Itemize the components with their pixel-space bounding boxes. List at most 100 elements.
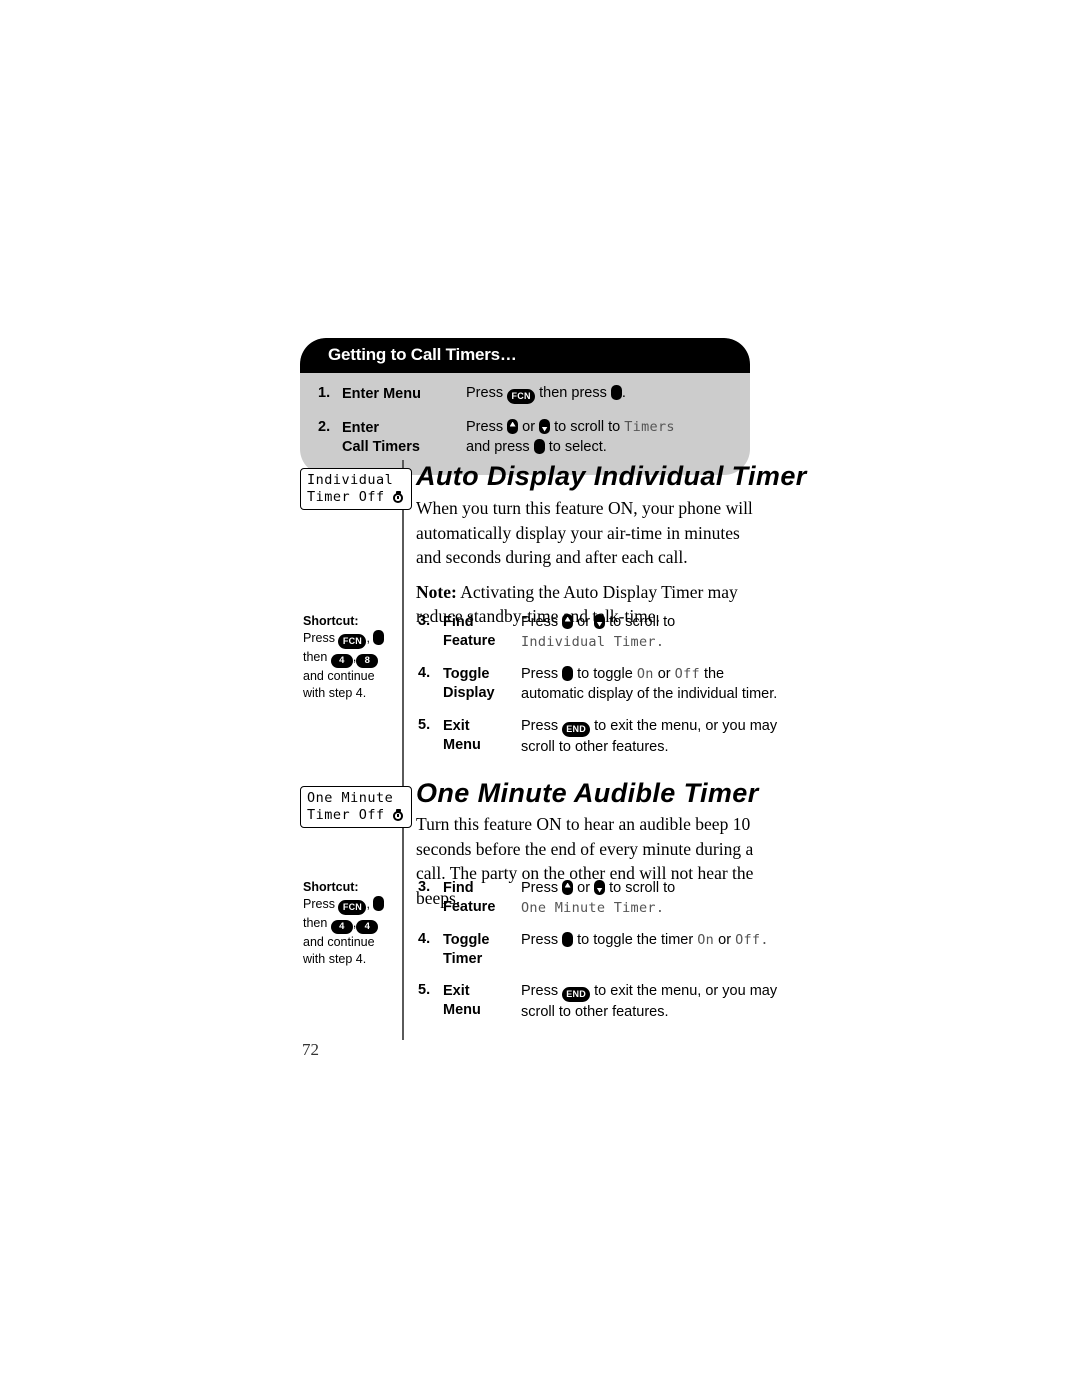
feature-steps-1: 3. Find Feature Press or to scroll to In…: [418, 612, 779, 757]
step-text: Press or to scroll to Individual Timer.: [521, 612, 779, 664]
shortcut-tail-line1: and continue: [303, 935, 375, 949]
select-key-icon: [373, 630, 385, 645]
and-press-word: and press: [466, 439, 530, 455]
or-word: or: [718, 932, 732, 948]
comma: ,: [366, 631, 370, 645]
shortcut-line-digits: then 4,8: [303, 649, 395, 668]
select-key-icon: [562, 932, 574, 947]
step-text: Press or to scroll to Timers and press t…: [466, 417, 732, 457]
step-tail-text: to exit the menu, or you may scroll to o…: [521, 983, 778, 1020]
step-number: 3.: [418, 879, 431, 895]
shortcut-box-2: Shortcut: Press FCN, then 4,4 and contin…: [303, 879, 395, 968]
page-title-one-minute-audible-timer: One Minute Audible Timer: [416, 778, 759, 808]
step-label-line1: Enter: [342, 420, 380, 436]
end-key-icon: END: [562, 722, 591, 737]
value-off: Off.: [735, 932, 769, 948]
lcd-line-2: Timer Off: [307, 488, 385, 505]
fcn-key-icon: FCN: [338, 634, 367, 649]
step-label: Exit Menu: [443, 716, 521, 757]
digit-key-icon: 4: [356, 920, 379, 934]
step-text-line1: Press or to scroll to Timers: [466, 417, 732, 437]
fcn-key-icon: FCN: [507, 389, 536, 404]
step-text-line1: Press or to scroll to: [521, 878, 779, 898]
lcd-line-1: Individual: [307, 472, 394, 488]
step-label-line2: Call Timers: [342, 439, 420, 455]
press-word: Press: [303, 897, 335, 911]
step-label: Enter Menu: [342, 386, 421, 402]
note-label: Note:: [416, 581, 457, 602]
digit-key-icon: 4: [330, 654, 353, 668]
step-number: 5.: [418, 982, 431, 998]
step-text: Press to toggle On or Off the automatic …: [521, 664, 779, 716]
lcd-line-2-row: Timer Off: [307, 489, 405, 506]
step-number: 4.: [418, 665, 431, 681]
scroll-up-key-icon: [562, 880, 574, 895]
shortcut-line-press: Press FCN,: [303, 896, 395, 915]
step-label-line2: Menu: [443, 1002, 481, 1018]
shortcut-title: Shortcut:: [303, 614, 359, 628]
step-label-line2: Menu: [443, 737, 481, 753]
step-row: 3. Find Feature Press or to scroll to On…: [418, 878, 779, 930]
or-word: or: [657, 666, 671, 682]
panel-body: 1. Enter Menu Press FCN then press . 2. …: [300, 373, 750, 475]
step-label-line1: Exit: [443, 718, 470, 734]
shortcut-line-digits: then 4,4: [303, 915, 395, 934]
step-row: 4. Toggle Display Press to toggle On or …: [418, 664, 779, 716]
value-off: Off: [674, 666, 700, 682]
step-number: 3.: [418, 613, 431, 629]
shortcut-title: Shortcut:: [303, 880, 359, 894]
menu-item-individual-timer: Individual Timer.: [521, 634, 665, 650]
menu-item-one-minute-timer: One Minute Timer.: [521, 900, 665, 916]
page-title-auto-display-individual-timer: Auto Display Individual Timer: [416, 461, 807, 491]
select-key-icon: [373, 896, 385, 911]
select-key-icon: [533, 439, 545, 454]
or-word: or: [522, 419, 536, 435]
lcd-screen-individual-timer: Individual Timer Off: [300, 468, 412, 510]
step-row: 5. Exit Menu Press END to exit the menu,…: [418, 716, 779, 757]
then-word: then: [303, 650, 328, 664]
stopwatch-icon: [392, 808, 405, 821]
press-word: Press: [466, 419, 504, 435]
scroll-down-key-icon: [594, 614, 606, 629]
scroll-to-word: to scroll to: [554, 419, 621, 435]
step-number: 5.: [418, 717, 431, 733]
scroll-down-key-icon: [594, 880, 606, 895]
menu-item-timers: Timers: [624, 419, 675, 435]
lcd-screen-one-minute-timer: One Minute Timer Off: [300, 786, 412, 828]
scroll-to-word: to scroll to: [609, 614, 676, 630]
press-word: Press: [521, 983, 559, 999]
step-text: Press END to exit the menu, or you may s…: [521, 981, 779, 1022]
callout-step-2: 2. Enter Call Timers Press or to scroll …: [318, 417, 732, 457]
step-number: 2.: [318, 419, 331, 435]
lcd-line-1: One Minute: [307, 790, 394, 806]
press-word: Press: [303, 631, 335, 645]
step-label-line2: Feature: [443, 633, 496, 649]
value-on: On: [636, 666, 654, 682]
step-row: 5. Exit Menu Press END to exit the menu,…: [418, 981, 779, 1022]
digit-key-icon: 8: [356, 654, 379, 668]
step-number: 4.: [418, 931, 431, 947]
press-word: Press: [521, 880, 559, 896]
scroll-down-key-icon: [539, 419, 551, 434]
end-key-icon: END: [562, 987, 591, 1002]
column-divider: [402, 460, 404, 1040]
step-label: Toggle Timer: [443, 930, 521, 981]
step-text: Press END to exit the menu, or you may s…: [521, 716, 779, 757]
shortcut-tail-line2: with step 4.: [303, 686, 367, 700]
panel-title: Getting to Call Timers…: [300, 338, 750, 373]
lcd-line-2-row: Timer Off: [307, 807, 405, 824]
then-word: then: [303, 916, 328, 930]
fcn-key-icon: FCN: [338, 900, 367, 915]
then-press-word: then press: [539, 385, 607, 401]
period: .: [621, 385, 626, 401]
step-tail-text: to exit the menu, or you may scroll to o…: [521, 718, 778, 755]
shortcut-tail-line1: and continue: [303, 669, 375, 683]
step-label: Find Feature: [443, 612, 521, 664]
step-text: Press to toggle the timer On or Off.: [521, 930, 779, 981]
step-label: Exit Menu: [443, 981, 521, 1022]
step-label: Enter Call Timers: [342, 417, 466, 457]
step-text-line2: and press to select.: [466, 437, 732, 457]
step-text: Press or to scroll to One Minute Timer.: [521, 878, 779, 930]
press-word: Press: [521, 718, 559, 734]
lcd-line-2: Timer Off: [307, 806, 385, 823]
